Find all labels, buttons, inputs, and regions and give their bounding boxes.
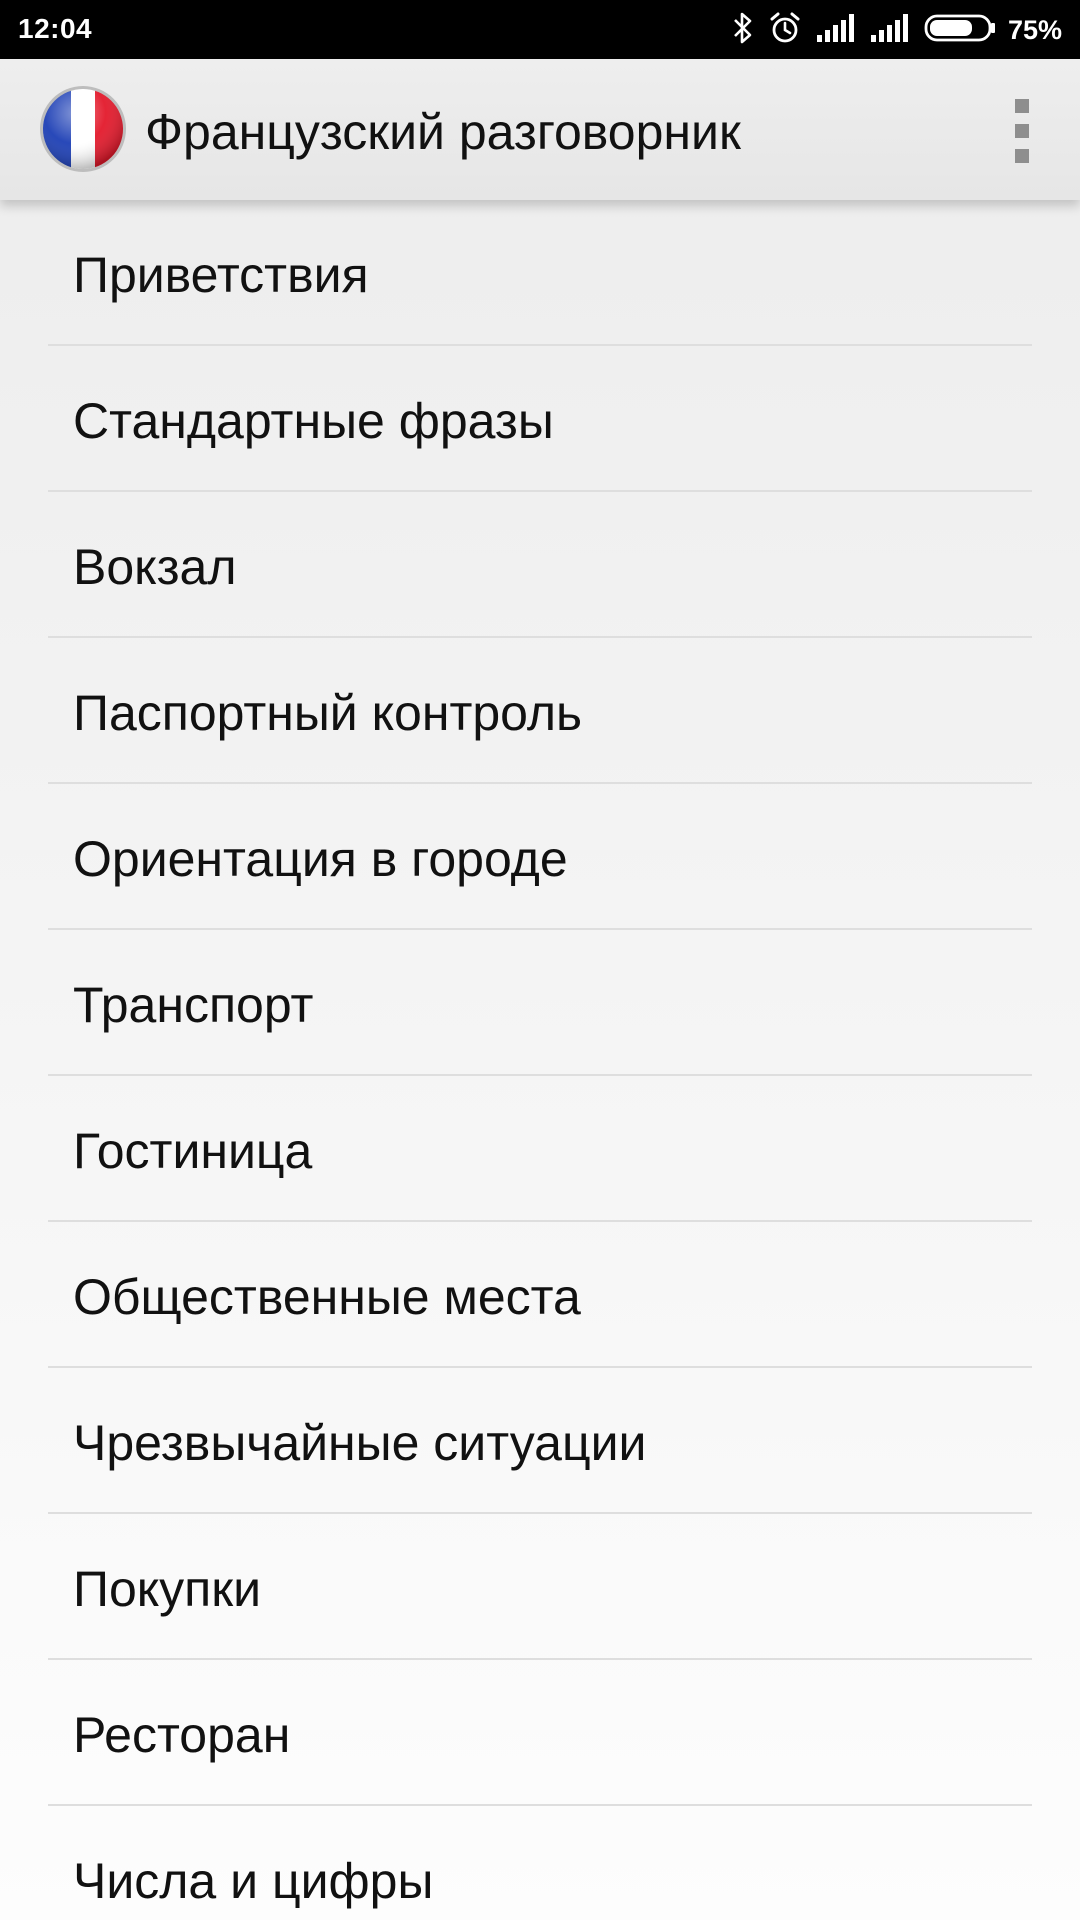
- app-bar: Французский разговорник: [0, 59, 1080, 200]
- bluetooth-icon: [732, 11, 754, 50]
- topic-list: Приветствия Стандартные фразы Вокзал Пас…: [0, 200, 1080, 1920]
- list-item-passport-control[interactable]: Паспортный контроль: [0, 638, 1080, 784]
- list-item-label: Чрезвычайные ситуации: [73, 1415, 647, 1471]
- list-item-label: Гостиница: [73, 1123, 313, 1179]
- status-bar: 12:04 75%: [0, 0, 1080, 59]
- battery-percent: 75%: [1007, 14, 1062, 45]
- list-item-label: Общественные места: [73, 1269, 581, 1325]
- list-item-label: Ориентация в городе: [73, 831, 568, 887]
- list-item-restaurant[interactable]: Ресторан: [0, 1660, 1080, 1806]
- list-item-label: Ресторан: [73, 1707, 291, 1763]
- list-item-label: Паспортный контроль: [73, 685, 583, 741]
- list-item-numbers[interactable]: Числа и цифры: [0, 1806, 1080, 1920]
- list-item-label: Покупки: [73, 1561, 262, 1617]
- alarm-icon: [768, 11, 802, 50]
- battery-icon: [924, 13, 998, 48]
- list-item-label: Транспорт: [73, 977, 314, 1033]
- status-icons: 75%: [718, 10, 1062, 50]
- list-item-hotel[interactable]: Гостиница: [0, 1076, 1080, 1222]
- list-item-city-orientation[interactable]: Ориентация в городе: [0, 784, 1080, 930]
- signal-icon: [870, 13, 910, 48]
- list-item-standard-phrases[interactable]: Стандартные фразы: [0, 346, 1080, 492]
- list-item-label: Вокзал: [73, 539, 237, 595]
- list-item-emergencies[interactable]: Чрезвычайные ситуации: [0, 1368, 1080, 1514]
- overflow-menu-dot: [1015, 124, 1029, 138]
- list-item-transport[interactable]: Транспорт: [0, 930, 1080, 1076]
- france-flag-icon: [38, 84, 128, 174]
- overflow-menu-button[interactable]: [1002, 99, 1042, 163]
- list-item-label: Стандартные фразы: [73, 393, 554, 449]
- list-item-label: Приветствия: [73, 247, 369, 303]
- app-title: Французский разговорник: [145, 104, 741, 160]
- list-item-shopping[interactable]: Покупки: [0, 1514, 1080, 1660]
- overflow-menu-dot: [1015, 149, 1029, 163]
- screen: 12:04 75% Французский разговорник Привет…: [0, 0, 1080, 1920]
- list-item-public-places[interactable]: Общественные места: [0, 1222, 1080, 1368]
- status-time: 12:04: [18, 13, 93, 44]
- signal-icon: [816, 13, 856, 48]
- list-item-greetings[interactable]: Приветствия: [0, 200, 1080, 346]
- overflow-menu-icon: [1015, 99, 1029, 113]
- list-item-label: Числа и цифры: [73, 1853, 434, 1909]
- list-item-station[interactable]: Вокзал: [0, 492, 1080, 638]
